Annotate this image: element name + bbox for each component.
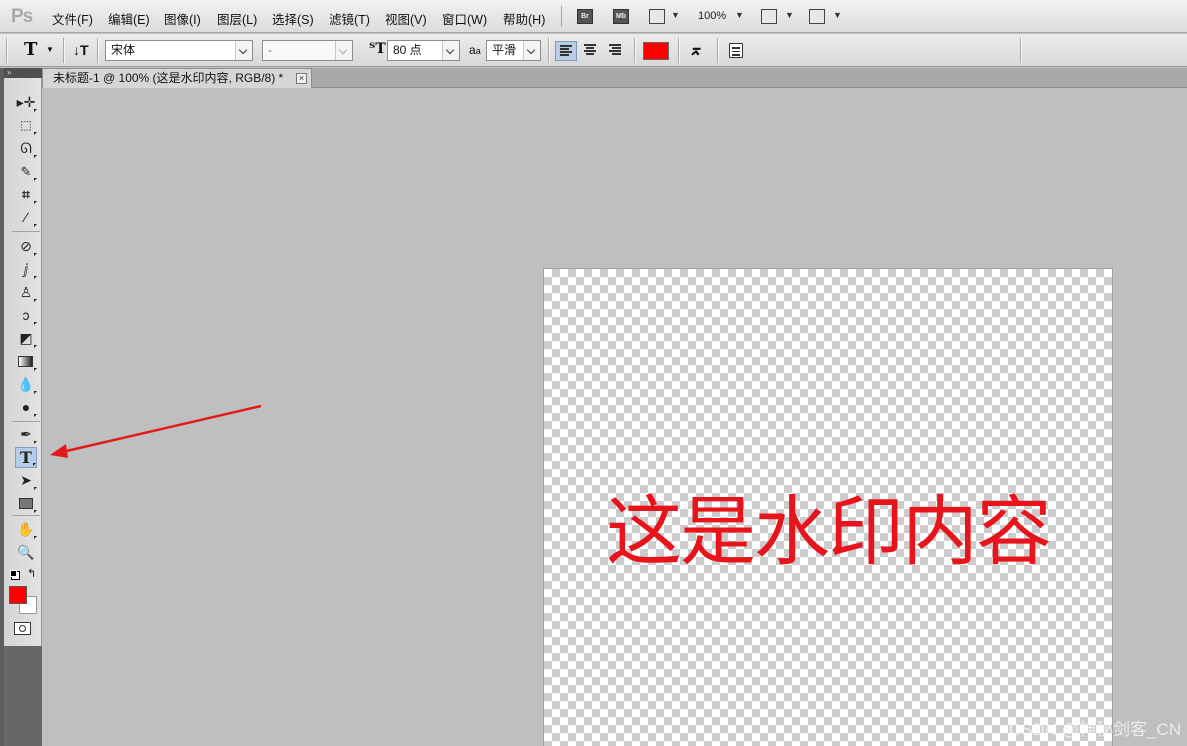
- annotation-arrow-head: [50, 444, 68, 458]
- csdn-watermark: CSDN @神秘剑客_CN: [1008, 720, 1181, 739]
- annotation-arrow: [50, 404, 262, 458]
- annotation-arrow-shaft: [61, 404, 262, 454]
